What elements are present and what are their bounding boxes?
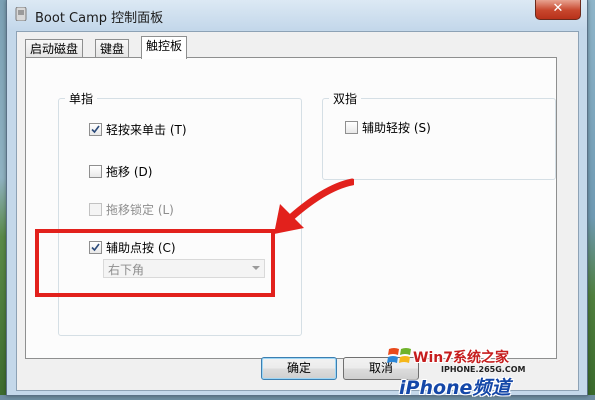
secondary-tap-label: 辅助轻按 (S) — [362, 121, 431, 135]
secondary-tap-checkbox[interactable] — [345, 121, 358, 134]
close-button[interactable]: ✕ — [535, 0, 581, 20]
tab-trackpad[interactable]: 触控板 — [141, 36, 188, 59]
dragging-checkbox[interactable] — [89, 165, 102, 178]
windows-logo-icon — [387, 348, 411, 363]
annotation-arrow-icon — [274, 178, 354, 234]
drag-lock-label: 拖移锁定 (L) — [106, 203, 174, 217]
watermark-top-text: Win7系统之家 — [413, 350, 509, 366]
two-fingers-title: 双指 — [329, 90, 362, 107]
annotation-highlight-box — [35, 229, 275, 297]
tab-keyboard[interactable]: 键盘 — [95, 39, 130, 58]
tap-to-click-label: 轻按来单击 (T) — [106, 123, 187, 137]
one-finger-title: 单指 — [65, 90, 98, 107]
window-title: Boot Camp 控制面板 — [35, 11, 164, 26]
checkmark-icon — [91, 125, 100, 134]
dragging-label: 拖移 (D) — [106, 165, 153, 179]
tab-startup-disk[interactable]: 启动磁盘 — [25, 39, 84, 58]
bootcamp-icon — [15, 7, 27, 21]
drag-lock-checkbox — [89, 203, 102, 216]
watermark: Win7系统之家 IPHONE.265G.COM iPhone频道 — [385, 343, 581, 399]
tap-to-click-checkbox[interactable] — [89, 123, 102, 136]
two-fingers-group: 双指 辅助轻按 (S) — [322, 90, 556, 180]
watermark-bottom-text: iPhone频道 — [399, 377, 511, 399]
one-finger-group: 单指 轻按来单击 (T) 拖移 (D) 拖移锁定 (L) 辅助点按 (C) 右下… — [58, 90, 302, 336]
ok-button[interactable]: 确定 — [261, 357, 337, 380]
title-bar[interactable]: Boot Camp 控制面板 ✕ — [7, 0, 587, 30]
close-icon: ✕ — [552, 1, 564, 16]
